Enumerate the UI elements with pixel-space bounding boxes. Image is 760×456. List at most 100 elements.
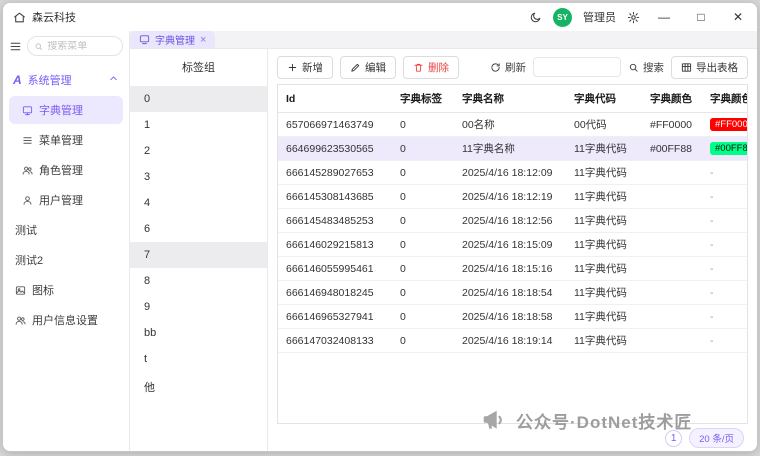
minimize-button[interactable]: — (651, 6, 677, 28)
column-header-color-badge[interactable]: 字典颜色 (702, 85, 747, 113)
sidebar-item-label: 角色管理 (39, 165, 83, 177)
table-cell: 666145289027653 (278, 160, 392, 185)
color-badge: #00FF88 (710, 142, 747, 155)
table-cell: 2025/4/16 18:18:58 (454, 304, 566, 329)
color-badge-cell: - (702, 184, 747, 209)
maximize-button[interactable]: □ (688, 6, 714, 28)
sidebar-search[interactable] (27, 36, 123, 56)
table-cell: 666145308143685 (278, 184, 392, 209)
edit-button[interactable]: 编辑 (340, 55, 396, 79)
table-row[interactable]: 666145483485253 0 2025/4/16 18:12:56 11字典代码… (278, 208, 747, 233)
table-cell: 0 (392, 184, 454, 209)
tab-dictionary[interactable]: 字典管理 × (130, 31, 216, 48)
sidebar-item-test2[interactable]: 测试2 (9, 246, 123, 274)
table-cell: 0 (392, 136, 454, 161)
tag-group-header: 标签组 (182, 62, 215, 74)
tag-item[interactable]: 0 (130, 86, 267, 112)
table-row[interactable]: 666146055995461 0 2025/4/16 18:15:16 11字典代码… (278, 256, 747, 281)
theme-toggle-icon[interactable] (529, 11, 542, 24)
tag-item[interactable]: 4 (130, 190, 267, 216)
table-cell: 11字典代码 (566, 232, 642, 257)
column-header-id[interactable]: Id (278, 85, 392, 113)
sidebar-search-input[interactable] (47, 40, 116, 52)
sidebar-item-icons[interactable]: 图标 (9, 276, 123, 304)
table-cell (642, 280, 702, 305)
export-button[interactable]: 导出表格 (671, 55, 748, 79)
table-row[interactable]: 666146029215813 0 2025/4/16 18:15:09 11字典代码… (278, 232, 747, 257)
table-cell: 11字典名称 (454, 136, 566, 161)
column-header-color[interactable]: 字典颜色 (642, 85, 702, 113)
table-cell (642, 232, 702, 257)
table-cell (642, 184, 702, 209)
close-button[interactable]: ✕ (725, 6, 751, 28)
tag-item[interactable]: 他 (130, 372, 267, 402)
delete-button[interactable]: 删除 (403, 55, 459, 79)
table-cell: 0 (392, 280, 454, 305)
color-badge: #FF0000 (710, 118, 747, 131)
table-cell: 2025/4/16 18:12:09 (454, 160, 566, 185)
page-number[interactable]: 1 (665, 429, 683, 447)
sidebar-item-roles[interactable]: 角色管理 (9, 156, 123, 184)
color-badge-cell: #FF0000 (702, 112, 747, 137)
image-icon (15, 285, 26, 296)
refresh-button[interactable]: 刷新 (490, 60, 526, 75)
search-icon (629, 63, 638, 72)
gear-icon[interactable] (627, 11, 640, 24)
column-header-name[interactable]: 字典名称 (454, 85, 566, 113)
table-row[interactable]: 666145308143685 0 2025/4/16 18:12:19 11字典代码… (278, 184, 747, 209)
dictionary-icon (22, 105, 33, 116)
tag-item[interactable]: 1 (130, 112, 267, 138)
table-search-input[interactable] (533, 57, 621, 77)
tab-close-icon[interactable]: × (200, 34, 206, 46)
tag-item[interactable]: 3 (130, 164, 267, 190)
table-cell: 657066971463749 (278, 112, 392, 137)
table-cell: 666146948018245 (278, 280, 392, 305)
search-icon (35, 42, 43, 50)
roles-icon (22, 165, 33, 176)
table-cell: 0 (392, 112, 454, 137)
table-cell: 11字典代码 (566, 160, 642, 185)
tag-item[interactable]: 7 (130, 242, 267, 268)
page-size-select[interactable]: 20 条/页 (689, 428, 744, 448)
table-row[interactable]: 666145289027653 0 2025/4/16 18:12:09 11字典代码… (278, 160, 747, 185)
table-cell: 00名称 (454, 112, 566, 137)
table-cell: 2025/4/16 18:19:14 (454, 328, 566, 353)
sidebar-group-system[interactable]: A 系统管理 (9, 66, 123, 94)
sidebar-item-label: 图标 (32, 285, 54, 297)
tag-item[interactable]: 9 (130, 294, 267, 320)
sidebar-item-label: 测试 (15, 225, 37, 237)
table-row[interactable]: 664699623530565 0 11字典名称 11字典代码 #00FF88 #00FF… (278, 136, 747, 161)
table-row[interactable]: 657066971463749000名称00代码#FF0000#FF0000 (278, 112, 747, 137)
color-badge-cell: - (702, 280, 747, 305)
tag-item[interactable]: 6 (130, 216, 267, 242)
sidebar-item-menu[interactable]: 菜单管理 (9, 126, 123, 154)
column-header-tag[interactable]: 字典标签 (392, 85, 454, 113)
tag-item[interactable]: 8 (130, 268, 267, 294)
table-cell: 11字典代码 (566, 328, 642, 353)
sidebar-item-user-info[interactable]: 用户信息设置 (9, 306, 123, 334)
add-button[interactable]: 新增 (277, 55, 333, 79)
tag-item[interactable]: 2 (130, 138, 267, 164)
letter-a-icon: A (13, 73, 22, 87)
sidebar-item-users[interactable]: 用户管理 (9, 186, 123, 214)
column-header-code[interactable]: 字典代码 (566, 85, 642, 113)
tab-icon (139, 35, 150, 45)
sidebar-item-test[interactable]: 测试 (9, 216, 123, 244)
color-badge-cell: - (702, 160, 747, 185)
hamburger-icon[interactable] (9, 40, 22, 53)
table-row[interactable]: 666146965327941 0 2025/4/16 18:18:58 11字典代码… (278, 304, 747, 329)
tag-item[interactable]: bb (130, 320, 267, 346)
avatar[interactable]: SY (553, 7, 572, 27)
table-row[interactable]: 666147032408133 0 2025/4/16 18:19:14 11字典代码… (278, 328, 747, 353)
plus-icon (288, 63, 297, 71)
tag-item[interactable]: t (130, 346, 267, 372)
table-cell: 666146029215813 (278, 232, 392, 257)
chevron-up-icon[interactable] (108, 73, 119, 87)
sidebar-item-dictionary[interactable]: 字典管理 (9, 96, 123, 124)
color-badge-cell: - (702, 232, 747, 257)
table-row[interactable]: 666146948018245 0 2025/4/16 18:18:54 11字典代码… (278, 280, 747, 305)
table-cell (642, 208, 702, 233)
tab-label: 字典管理 (155, 36, 195, 47)
search-button[interactable]: 搜索 (628, 60, 664, 75)
table-cell: 2025/4/16 18:12:19 (454, 184, 566, 209)
